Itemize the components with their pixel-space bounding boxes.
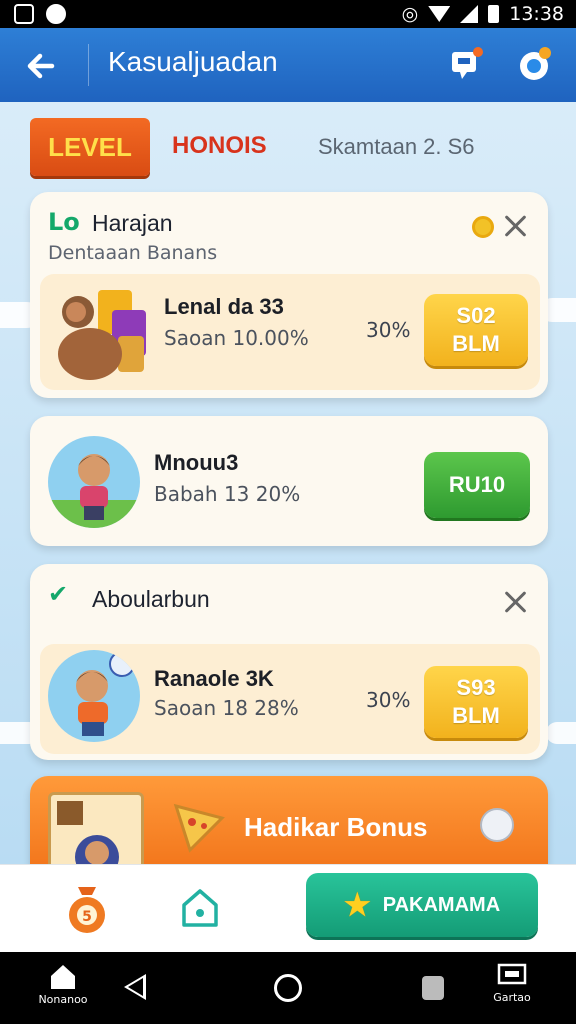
card-title: Harajan xyxy=(92,210,173,236)
reward-percent: 30% xyxy=(366,318,411,342)
reward-progress: Saoan 10.00% xyxy=(164,326,309,350)
star-icon: ★ xyxy=(343,888,371,922)
shield-notification-icon xyxy=(46,4,66,24)
primary-action-label: PAKAMAMA xyxy=(382,893,501,916)
tab-info[interactable]: Skamtaan 2. S6 xyxy=(318,134,475,160)
claim-button-status: BLM xyxy=(452,331,500,356)
nav-recents-icon[interactable] xyxy=(422,976,444,1000)
nav-back-icon[interactable] xyxy=(124,974,146,1000)
reward-name: Ranaole 3K xyxy=(154,666,274,691)
nav-screen-label: Gartao xyxy=(493,991,531,1004)
reward-progress: Saoan 18 28% xyxy=(154,696,299,720)
screen-icon xyxy=(497,963,527,985)
claim-button-amount: S02 xyxy=(456,303,496,328)
primary-action-button[interactable]: ★ PAKAMAMA xyxy=(306,873,538,937)
reward-card-1: Lo Harajan Dentaaan Banans Lenal da 33 S… xyxy=(30,192,548,398)
house-icon xyxy=(51,965,75,989)
wifi-icon xyxy=(428,6,451,22)
card-title: Aboularbun xyxy=(92,586,210,612)
bonus-label: Hadikar Bonus xyxy=(244,812,428,842)
bonus-thumbnail xyxy=(48,792,144,864)
cloud-decoration xyxy=(546,722,576,744)
nav-home-label: Nonanoo xyxy=(38,993,88,1006)
card-subtitle: Dentaaan Banans xyxy=(48,242,218,264)
back-arrow-icon[interactable] xyxy=(22,46,62,86)
settings-gear-icon[interactable] xyxy=(514,44,554,84)
reward-card-2: Mnouu3 Babah 13 20% RU10 xyxy=(30,416,548,546)
chat-notification-icon[interactable] xyxy=(448,46,484,82)
home-icon[interactable] xyxy=(180,885,220,929)
system-nav-bar: Nonanoo Gartao xyxy=(0,952,576,1024)
close-icon[interactable] xyxy=(502,212,530,240)
card-logo-icon: Lo xyxy=(48,208,80,236)
main-content: LEVEL HONOIS Skamtaan 2. S6 Lo Harajan D… xyxy=(0,102,576,864)
app-bar-divider xyxy=(88,44,89,86)
bonus-banner[interactable]: Hadikar Bonus xyxy=(30,776,548,864)
tab-level[interactable]: LEVEL xyxy=(30,118,150,176)
clock: 13:38 xyxy=(509,3,564,25)
status-bar: ◎ 13:38 xyxy=(0,0,576,28)
reward-row: Ranaole 3K Saoan 18 28% 30% S93 BLM xyxy=(40,644,540,754)
nav-screen-button[interactable]: Gartao xyxy=(488,962,536,1004)
gallery-notification-icon xyxy=(14,4,34,24)
signal-icon xyxy=(460,5,479,23)
page-title: Kasualjuadan xyxy=(108,46,278,77)
app-bar: Kasualjuadan xyxy=(0,28,576,102)
claim-button[interactable]: RU10 xyxy=(424,452,530,518)
reward-row: Lenal da 33 Saoan 10.00% 30% S02 BLM xyxy=(40,274,540,390)
battery-icon xyxy=(488,5,500,23)
claim-button[interactable]: S02 BLM xyxy=(424,294,528,366)
avatar xyxy=(48,650,140,742)
svg-text:5: 5 xyxy=(82,909,92,925)
close-icon[interactable] xyxy=(502,588,530,616)
claim-button-amount: S93 xyxy=(456,675,496,700)
reward-card-3: ✔ Aboularbun Ranaole 3K Saoan 18 28% 30%… xyxy=(30,564,548,760)
coin-icon xyxy=(472,216,494,238)
nav-home-circle-icon[interactable] xyxy=(274,974,302,1002)
reward-percent: 30% xyxy=(366,688,411,712)
alarm-icon: ◎ xyxy=(401,3,419,25)
check-icon: ✔ xyxy=(48,580,69,608)
tab-bonus[interactable]: HONOIS xyxy=(172,132,267,160)
money-bag-icon[interactable]: 5 xyxy=(64,881,110,933)
nav-home-button[interactable]: Nonanoo xyxy=(30,962,96,1006)
avatar xyxy=(48,436,140,528)
pizza-slice-icon xyxy=(173,803,225,853)
reward-progress: Babah 13 20% xyxy=(154,482,301,506)
character-with-gifts-icon xyxy=(58,290,146,380)
reward-name: Mnouu3 xyxy=(154,450,239,475)
bottom-bar: 5 ★ PAKAMAMA xyxy=(0,864,576,952)
claim-button-status: BLM xyxy=(452,703,500,728)
check-circle-icon xyxy=(480,808,514,842)
reward-name: Lenal da 33 xyxy=(164,294,284,319)
claim-button[interactable]: S93 BLM xyxy=(424,666,528,738)
